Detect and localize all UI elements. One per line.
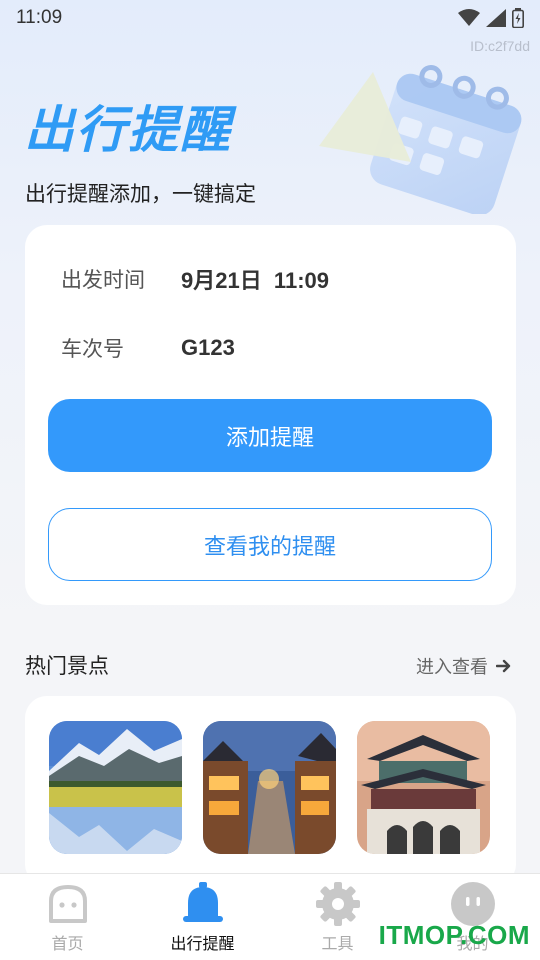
page-title: 出行提醒: [24, 101, 232, 159]
hot-spots-title: 热门景点: [25, 654, 109, 678]
view-more-link[interactable]: 进入查看: [416, 653, 512, 679]
nav-item-travel-reminder[interactable]: 出行提醒: [135, 874, 270, 960]
departure-time-value[interactable]: 9月21日 11:09: [181, 263, 329, 295]
signal-icon: [486, 9, 506, 27]
spot-image-ancient-town[interactable]: [203, 721, 336, 854]
status-bar: 11:09: [0, 0, 540, 36]
train-number-label: 车次号: [61, 337, 124, 361]
spot-image-snow-mountain[interactable]: [49, 721, 182, 854]
status-icons: [458, 8, 524, 28]
spot-image-palace-gate[interactable]: [357, 721, 490, 854]
train-number-value[interactable]: G123: [181, 335, 235, 361]
calendar-illustration-icon: [319, 64, 522, 214]
train-number-row[interactable]: 车次号 G123: [61, 333, 235, 363]
wifi-icon: [458, 9, 480, 26]
nav-label-tools: 工具: [321, 934, 354, 953]
departure-time-row[interactable]: 出发时间 9月21日 11:09: [61, 263, 329, 295]
nav-item-home[interactable]: 首页: [0, 874, 135, 960]
site-watermark: ITMOP.COM: [378, 920, 530, 950]
arrow-right-icon: [496, 659, 511, 673]
home-face-icon: [47, 882, 89, 926]
battery-icon: [512, 8, 524, 28]
app-id-label: ID:c2f7dd: [470, 38, 530, 54]
add-reminder-button[interactable]: 添加提醒: [48, 399, 492, 472]
hot-spots-card: [25, 696, 516, 886]
view-my-reminders-button[interactable]: 查看我的提醒: [48, 508, 492, 581]
nav-label-travel-reminder: 出行提醒: [170, 934, 235, 953]
page-subtitle: 出行提醒添加，一键搞定: [25, 182, 256, 206]
gear-icon: [315, 882, 361, 926]
bell-icon: [180, 882, 226, 926]
departure-time-label: 出发时间: [61, 268, 145, 292]
view-more-label: 进入查看: [416, 657, 488, 678]
reminder-form-card: 出发时间 9月21日 11:09 车次号 G123 添加提醒 查看我的提醒: [25, 225, 516, 605]
nav-label-home: 首页: [51, 934, 84, 953]
status-time: 11:09: [16, 7, 63, 28]
